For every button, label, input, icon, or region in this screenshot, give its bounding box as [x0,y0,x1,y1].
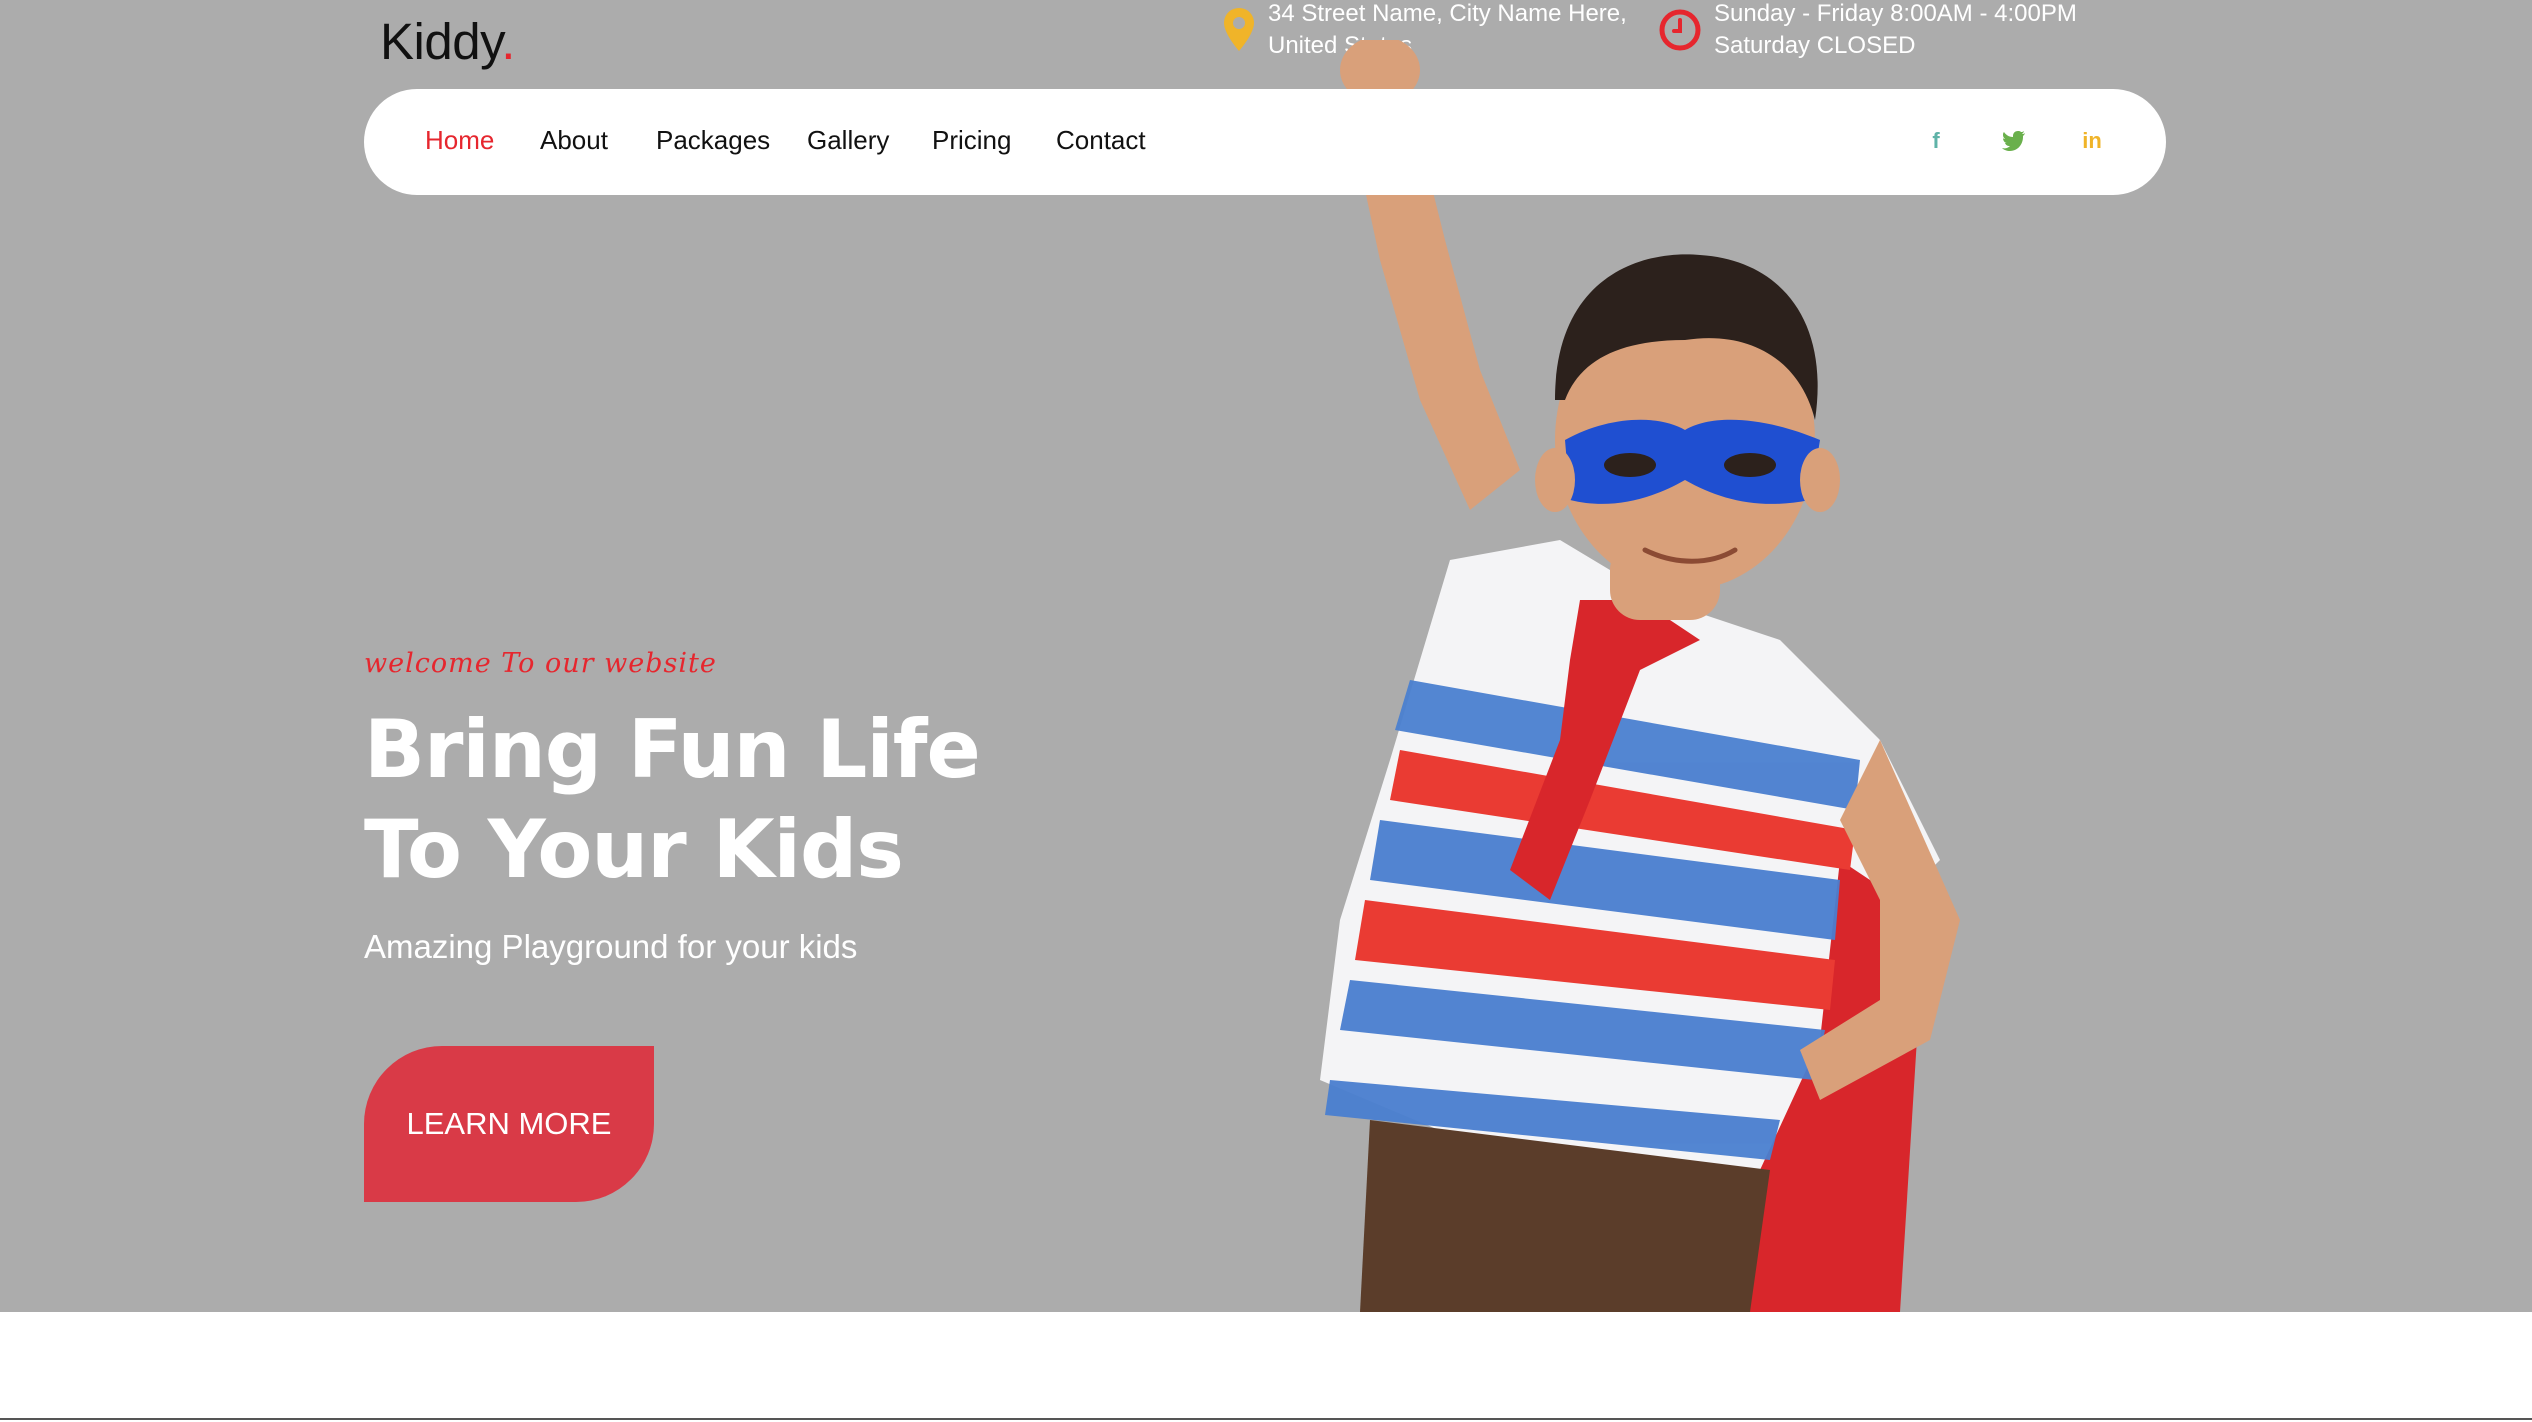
headline-line-2: To Your Kids [364,803,904,896]
brand-name: Kiddy [380,13,502,70]
nav-home[interactable]: Home [425,125,494,156]
learn-more-button[interactable]: LEARN MORE [364,1046,654,1202]
brand-dot: . [501,13,515,70]
nav-about[interactable]: About [540,125,608,156]
superhero-kid-image [1320,40,1960,1312]
nav-packages[interactable]: Packages [656,125,770,156]
facebook-icon[interactable]: f [1920,125,1952,157]
nav-gallery[interactable]: Gallery [807,125,889,156]
hours-line-1: Sunday - Friday 8:00AM - 4:00PM [1714,0,2077,27]
hero-headline: Bring Fun Life To Your Kids [364,700,981,900]
hero-section: Kiddy. 34 Street Name, City Name Here, U… [0,0,2532,1312]
location-pin-icon [1224,8,1254,51]
address-line-1: 34 Street Name, City Name Here, [1268,0,1627,27]
headline-line-1: Bring Fun Life [364,703,981,796]
welcome-tagline: welcome To our website [364,648,717,679]
twitter-icon[interactable] [1998,125,2030,157]
bottom-divider [0,1418,2532,1420]
linkedin-icon[interactable]: in [2076,125,2108,157]
twitter-bird-shape [2002,131,2025,151]
hero-subtitle: Amazing Playground for your kids [364,928,858,965]
nav-pricing[interactable]: Pricing [932,125,1011,156]
nav-contact[interactable]: Contact [1056,125,1146,156]
main-navigation: Home About Packages Gallery Pricing Cont… [364,89,2166,195]
brand-logo[interactable]: Kiddy. [380,12,515,71]
